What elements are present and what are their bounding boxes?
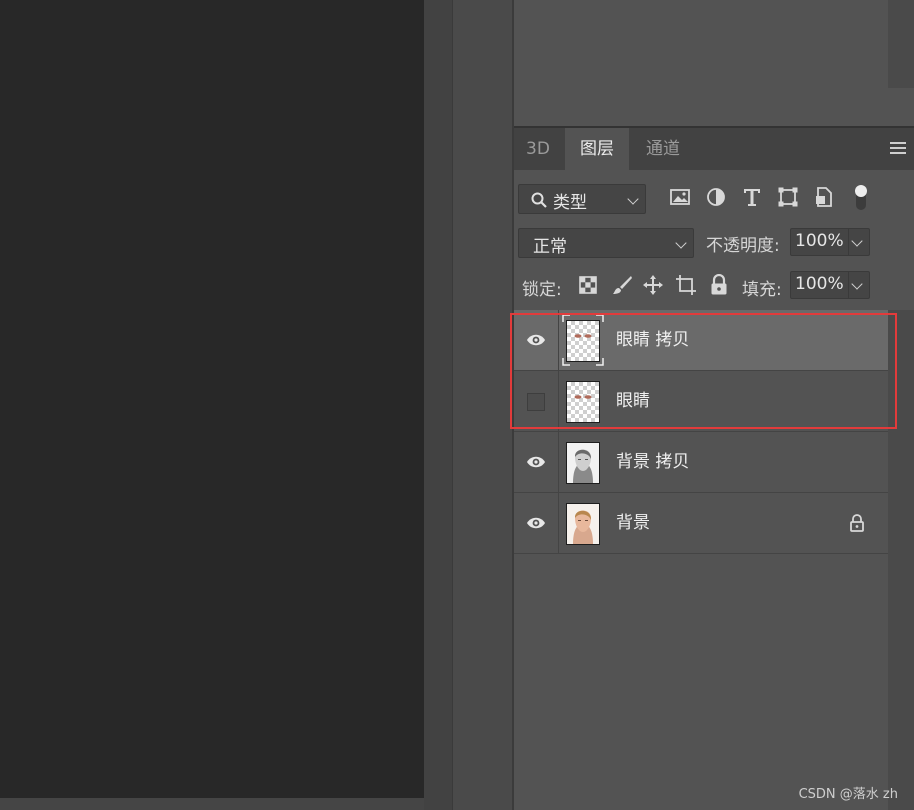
layer-name[interactable]: 背景 (616, 493, 650, 553)
search-icon (531, 192, 547, 208)
layer-filter-label: 类型 (553, 193, 587, 213)
layer-lock-icon[interactable] (849, 514, 865, 532)
smart-object-filter-icon[interactable] (813, 186, 835, 208)
selection-corners (562, 314, 604, 366)
fill-field[interactable]: 100% (790, 271, 870, 299)
eye-icon[interactable] (526, 332, 546, 348)
pixel-layer-filter-icon[interactable] (669, 186, 691, 208)
chevron-down-icon (675, 237, 687, 249)
blend-mode-value: 正常 (533, 237, 567, 257)
panel-dock-strip (452, 0, 513, 810)
lock-transparency-icon[interactable] (579, 276, 597, 298)
layer-name[interactable]: 眼睛 拷贝 (616, 310, 689, 370)
layers-scrollbar[interactable] (888, 310, 914, 810)
visibility-column[interactable] (514, 493, 559, 553)
layer-name[interactable]: 背景 拷贝 (616, 432, 689, 492)
fill-value: 100% (795, 274, 844, 294)
eye-icon[interactable] (526, 515, 546, 531)
lock-position-move-icon[interactable] (642, 274, 664, 300)
blend-mode-select[interactable]: 正常 (518, 228, 694, 258)
lock-artboard-crop-icon[interactable] (675, 274, 697, 300)
watermark: CSDN @落水 zh (798, 787, 898, 802)
canvas-vertical-scrollbar[interactable] (424, 0, 452, 810)
layer-thumbnail (566, 503, 600, 545)
chevron-down-icon (627, 193, 639, 205)
hidden-visibility-box[interactable] (527, 393, 545, 411)
upper-panel (514, 0, 914, 126)
lock-label: 锁定: (522, 280, 562, 300)
shape-layer-filter-icon[interactable] (777, 186, 799, 208)
adjustment-layer-filter-icon[interactable] (705, 186, 727, 208)
lock-all-icon[interactable] (710, 273, 728, 300)
opacity-value: 100% (795, 231, 844, 251)
layer-filter-select[interactable]: 类型 (518, 184, 646, 214)
chevron-down-icon[interactable] (851, 235, 863, 247)
opacity-label: 不透明度: (706, 236, 780, 256)
type-layer-filter-icon[interactable] (741, 186, 763, 208)
eye-icon[interactable] (526, 454, 546, 470)
layer-row[interactable]: 背景 拷贝 (514, 432, 888, 493)
layer-thumbnail (566, 381, 600, 423)
visibility-column[interactable] (514, 310, 559, 370)
layer-thumbnail (566, 442, 600, 484)
fill-label: 填充: (742, 280, 782, 300)
upper-panel-scrollbar[interactable] (888, 0, 914, 88)
tab-layers[interactable]: 图层 (565, 128, 629, 170)
document-canvas[interactable] (0, 0, 424, 798)
tab-channels[interactable]: 通道 (632, 128, 694, 170)
layers-panel: 3D 图层 通道 类型 正常 不透明度: 100% 锁定: 填充: 100% 眼… (514, 128, 914, 810)
canvas-horizontal-scrollbar[interactable] (0, 798, 424, 810)
lock-pixels-brush-icon[interactable] (611, 274, 633, 300)
visibility-column[interactable] (514, 371, 559, 431)
layer-row[interactable]: 眼睛 拷贝 (514, 310, 888, 371)
tab-3d[interactable]: 3D (514, 128, 562, 170)
layer-row[interactable]: 背景 (514, 493, 888, 554)
opacity-field[interactable]: 100% (790, 228, 870, 256)
panel-tab-bar: 3D 图层 通道 (514, 128, 914, 170)
layer-row[interactable]: 眼睛 (514, 371, 888, 432)
visibility-column[interactable] (514, 432, 559, 492)
chevron-down-icon[interactable] (851, 278, 863, 290)
layer-name[interactable]: 眼睛 (616, 371, 650, 431)
filter-toggle[interactable] (854, 184, 868, 212)
panel-menu-icon[interactable] (890, 142, 906, 154)
